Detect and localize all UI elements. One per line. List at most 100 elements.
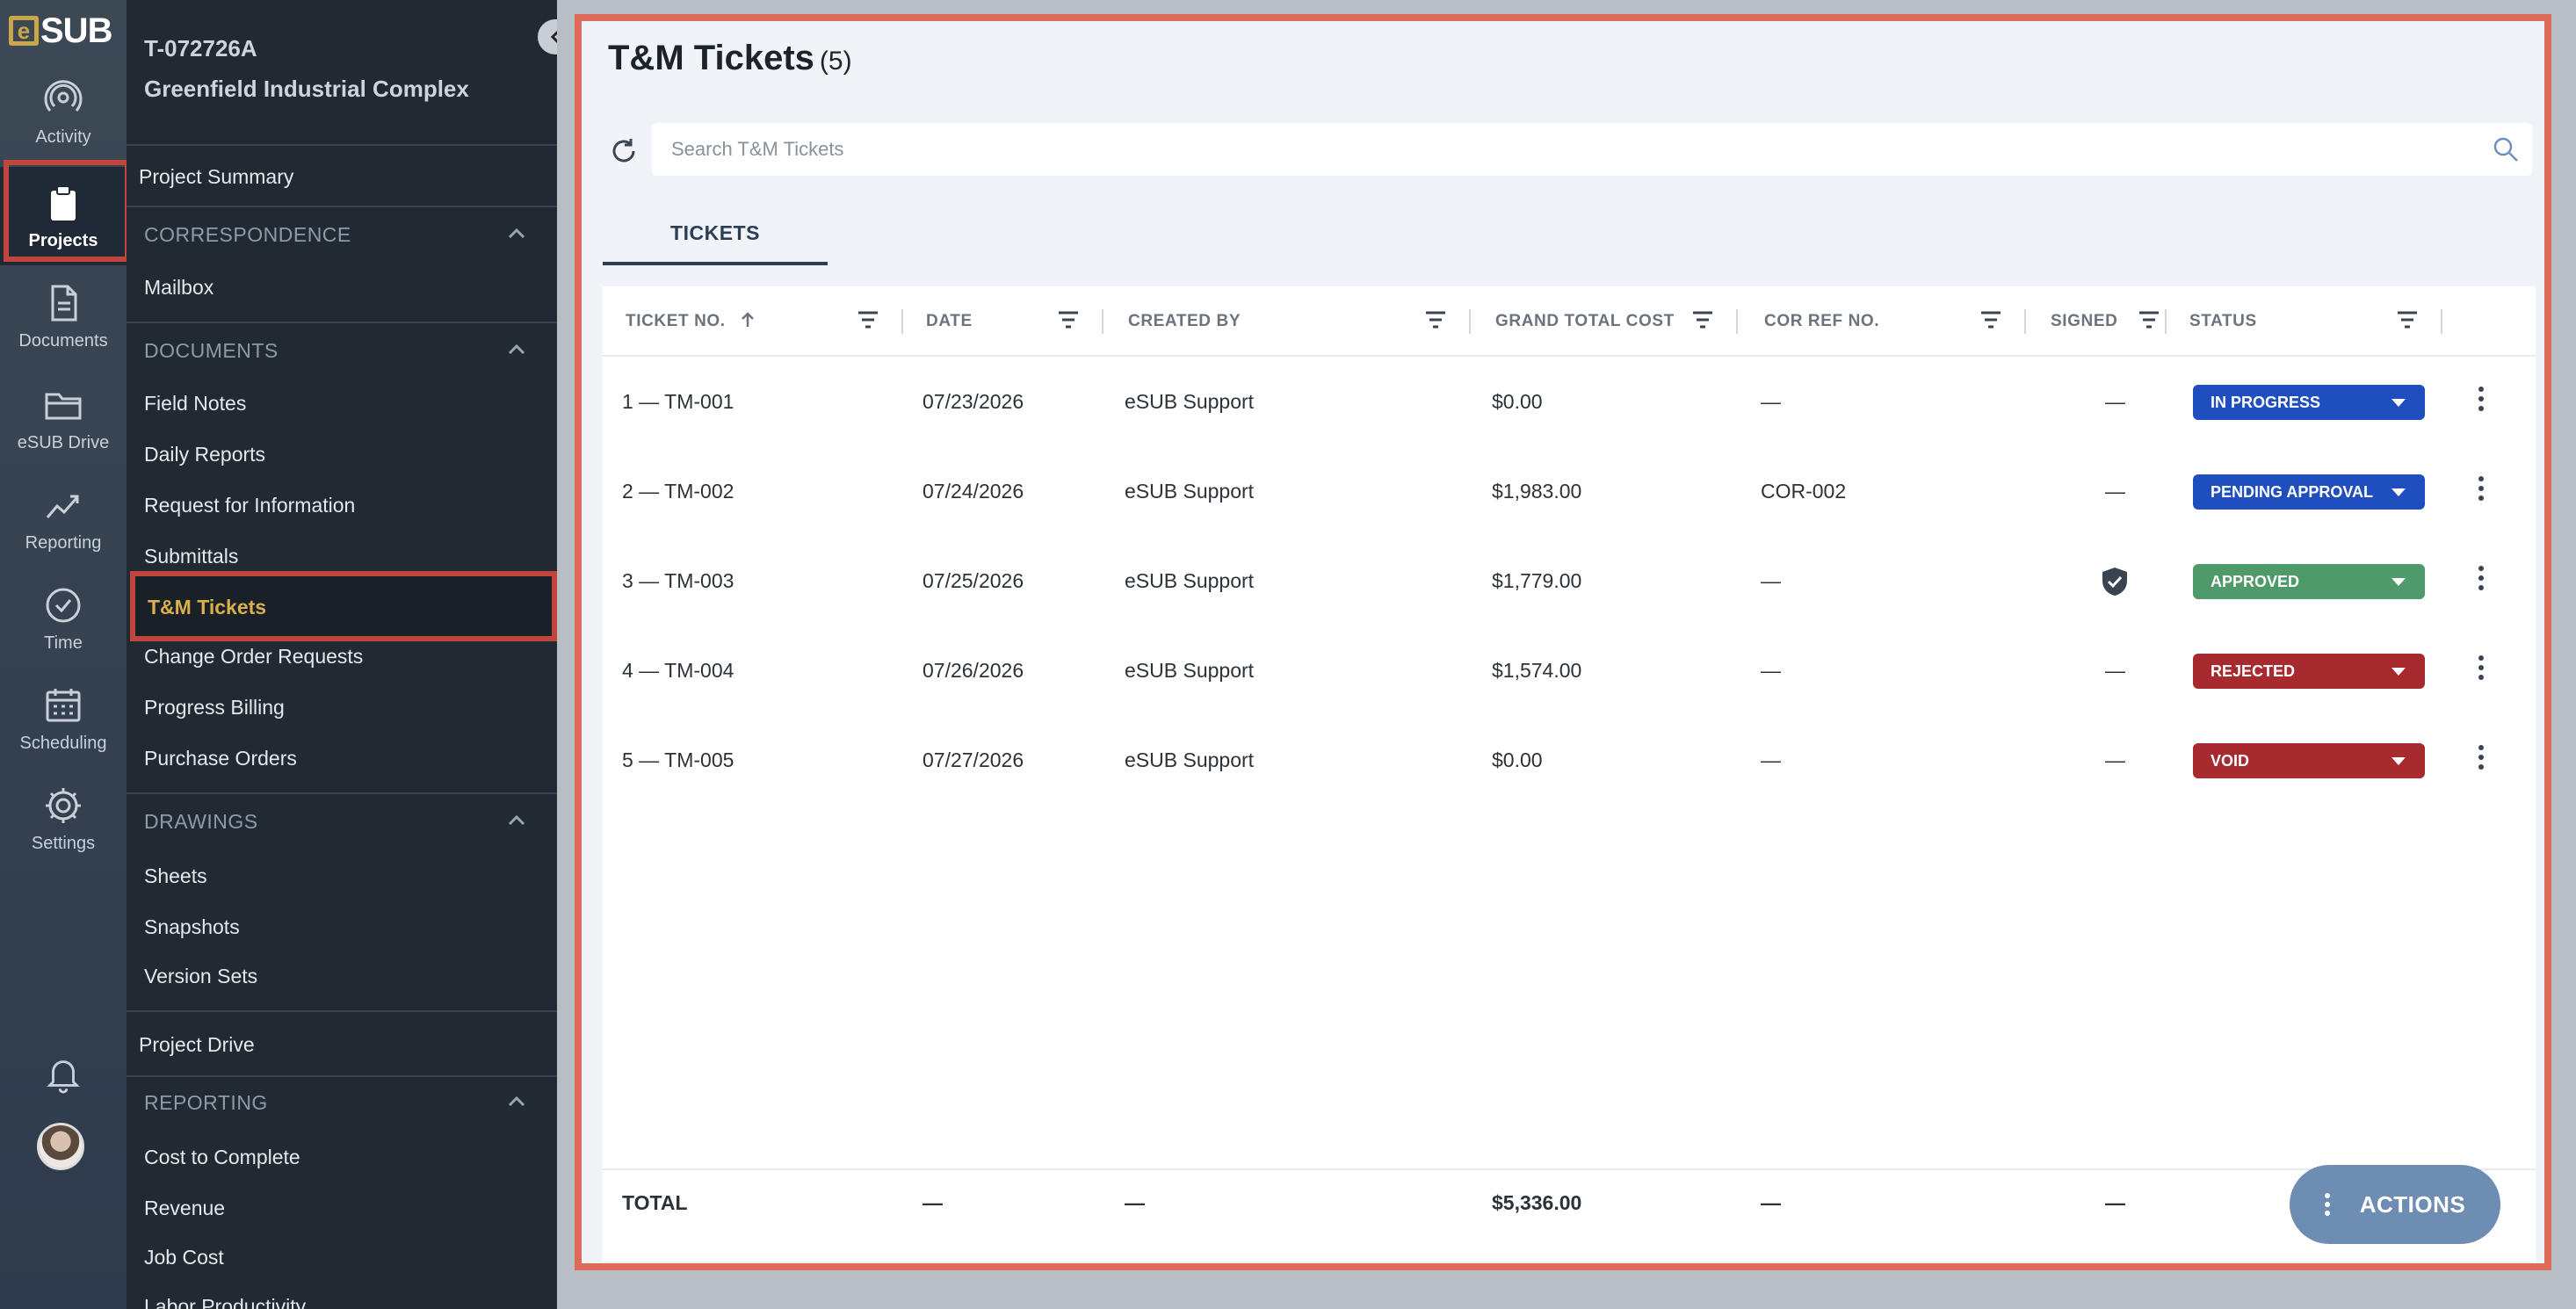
column-header-cor-ref-no[interactable]: COR REF NO. xyxy=(1764,286,1879,357)
nav-item-progress-billing[interactable]: Progress Billing xyxy=(144,696,285,720)
cell-created-by: eSUB Support xyxy=(1125,659,1255,682)
nav-item-daily-reports[interactable]: Daily Reports xyxy=(144,443,265,466)
column-header-grand-total-cost[interactable]: GRAND TOTAL COST xyxy=(1495,286,1675,357)
filter-icon[interactable] xyxy=(1056,309,1081,330)
nav-section-correspondence[interactable]: CORRESPONDENCE xyxy=(144,223,351,247)
filter-icon[interactable] xyxy=(2395,309,2420,330)
nav-item-job-cost[interactable]: Job Cost xyxy=(144,1246,224,1269)
filter-icon[interactable] xyxy=(1423,309,1448,330)
nav-item-labor-productivity[interactable]: Labor Productivity xyxy=(144,1295,306,1309)
row-menu-button[interactable] xyxy=(2474,566,2488,597)
rail-item-esub-drive[interactable]: eSUB Drive xyxy=(0,369,127,467)
nav-section-drawings[interactable]: DRAWINGS xyxy=(144,810,258,834)
nav-section-documents[interactable]: DOCUMENTS xyxy=(144,339,279,363)
column-header-ticket-no[interactable]: TICKET NO. xyxy=(626,286,756,357)
cell-cor-ref-no: — xyxy=(1761,749,1781,771)
cell-ticket-no[interactable]: 5 — TM-005 xyxy=(622,715,734,805)
nav-section-reporting[interactable]: REPORTING xyxy=(144,1091,268,1115)
actions-button[interactable]: ACTIONS xyxy=(2290,1165,2500,1244)
row-menu-button[interactable] xyxy=(2474,655,2488,687)
column-separator[interactable] xyxy=(1469,309,1471,334)
refresh-icon[interactable] xyxy=(608,135,640,167)
arrow-up-icon[interactable] xyxy=(740,311,756,329)
nav-item-change-order-requests[interactable]: Change Order Requests xyxy=(144,645,363,669)
cell-ticket-no[interactable]: 1 — TM-001 xyxy=(622,357,734,446)
chevron-up-icon[interactable] xyxy=(504,1089,529,1114)
table-row[interactable]: 2 — TM-002 07/24/2026 eSUB Support $1,98… xyxy=(603,446,2536,536)
esub-logo[interactable]: e SUB xyxy=(9,11,118,51)
filter-icon[interactable] xyxy=(1690,309,1715,330)
table-row[interactable]: 3 — TM-003 07/25/2026 eSUB Support $1,77… xyxy=(603,536,2536,626)
notifications-button[interactable] xyxy=(39,1049,88,1098)
rail-item-documents[interactable]: Documents xyxy=(0,267,127,365)
table-row[interactable]: 5 — TM-005 07/27/2026 eSUB Support $0.00… xyxy=(603,715,2536,805)
status-badge: PENDING APPROVAL xyxy=(2211,483,2374,501)
nav-item-revenue[interactable]: Revenue xyxy=(144,1197,225,1220)
column-header-signed[interactable]: SIGNED xyxy=(2051,286,2117,357)
rail-item-projects[interactable]: Projects xyxy=(0,160,130,265)
cell-grand-total-cost: $0.00 xyxy=(1492,749,1543,771)
column-separator[interactable] xyxy=(1102,309,1103,334)
column-header-status[interactable]: STATUS xyxy=(2189,286,2257,357)
status-dropdown[interactable]: VOID xyxy=(2193,743,2425,778)
row-menu-button[interactable] xyxy=(2474,387,2488,418)
nav-item-tm-tickets[interactable]: T&M Tickets xyxy=(130,571,557,641)
cell-cor-ref-no[interactable]: COR-002 xyxy=(1761,446,1846,536)
nav-project-summary[interactable]: Project Summary xyxy=(139,165,293,189)
column-separator[interactable] xyxy=(2165,309,2167,334)
cell-ticket-no[interactable]: 3 — TM-003 xyxy=(622,536,734,626)
nav-item-field-notes[interactable]: Field Notes xyxy=(144,392,246,416)
row-menu-button[interactable] xyxy=(2474,476,2488,508)
table-row[interactable]: 4 — TM-004 07/26/2026 eSUB Support $1,57… xyxy=(603,626,2536,715)
column-separator[interactable] xyxy=(1736,309,1738,334)
column-header-created-by[interactable]: CREATED BY xyxy=(1128,286,1241,357)
filter-icon[interactable] xyxy=(1979,309,2003,330)
rail-item-reporting[interactable]: Reporting xyxy=(0,469,127,568)
cell-ticket-no[interactable]: 2 — TM-002 xyxy=(622,446,734,536)
cell-created-by: eSUB Support xyxy=(1125,390,1255,413)
nav-item-purchase-orders[interactable]: Purchase Orders xyxy=(144,747,297,770)
rail-item-settings[interactable]: Settings xyxy=(0,770,127,868)
column-header-date[interactable]: DATE xyxy=(926,286,973,357)
column-separator[interactable] xyxy=(2024,309,2026,334)
nav-project-drive[interactable]: Project Drive xyxy=(139,1033,255,1057)
nav-item-cost-to-complete[interactable]: Cost to Complete xyxy=(144,1146,300,1169)
chevron-up-icon[interactable] xyxy=(504,808,529,833)
nav-item-sheets[interactable]: Sheets xyxy=(144,864,207,888)
cell-created-by: eSUB Support xyxy=(1125,749,1255,771)
search-icon[interactable] xyxy=(2492,135,2520,163)
column-separator[interactable] xyxy=(2441,309,2442,334)
filter-icon[interactable] xyxy=(2137,309,2161,330)
logo-text: SUB xyxy=(40,11,112,50)
chevron-up-icon[interactable] xyxy=(504,221,529,246)
rail-label: Settings xyxy=(31,833,96,853)
cell-ticket-no[interactable]: 4 — TM-004 xyxy=(622,626,734,715)
nav-item-mailbox[interactable]: Mailbox xyxy=(144,276,213,300)
status-dropdown[interactable]: IN PROGRESS xyxy=(2193,385,2425,420)
more-vertical-icon xyxy=(2324,1190,2330,1219)
row-menu-button[interactable] xyxy=(2474,745,2488,777)
bell-icon xyxy=(47,1060,80,1094)
nav-item-version-sets[interactable]: Version Sets xyxy=(144,965,257,988)
nav-item-submittals[interactable]: Submittals xyxy=(144,545,238,568)
status-dropdown[interactable]: REJECTED xyxy=(2193,654,2425,689)
filter-icon[interactable] xyxy=(856,309,880,330)
search-input[interactable] xyxy=(671,123,2428,176)
rail-item-activity[interactable]: Activity xyxy=(0,63,127,162)
cell-signed: — xyxy=(2105,659,2125,682)
status-dropdown[interactable]: PENDING APPROVAL xyxy=(2193,474,2425,510)
table-row[interactable]: 1 — TM-001 07/23/2026 eSUB Support $0.00… xyxy=(603,357,2536,446)
divider xyxy=(127,206,557,207)
rail-label: eSUB Drive xyxy=(17,432,110,452)
rail-item-time[interactable]: Time xyxy=(0,569,127,668)
chevron-up-icon[interactable] xyxy=(504,337,529,362)
nav-item-snapshots[interactable]: Snapshots xyxy=(144,915,240,939)
rail-item-scheduling[interactable]: Scheduling xyxy=(0,669,127,768)
column-separator[interactable] xyxy=(901,309,903,334)
divider xyxy=(127,144,557,146)
status-dropdown[interactable]: APPROVED xyxy=(2193,564,2425,599)
nav-item-rfi[interactable]: Request for Information xyxy=(144,494,355,517)
tm-tickets-panel: T&M Tickets(5) TICKETS TICKET NO. DATE C… xyxy=(575,14,2551,1270)
tab-tickets[interactable]: TICKETS xyxy=(603,209,828,265)
user-avatar[interactable] xyxy=(37,1123,84,1170)
